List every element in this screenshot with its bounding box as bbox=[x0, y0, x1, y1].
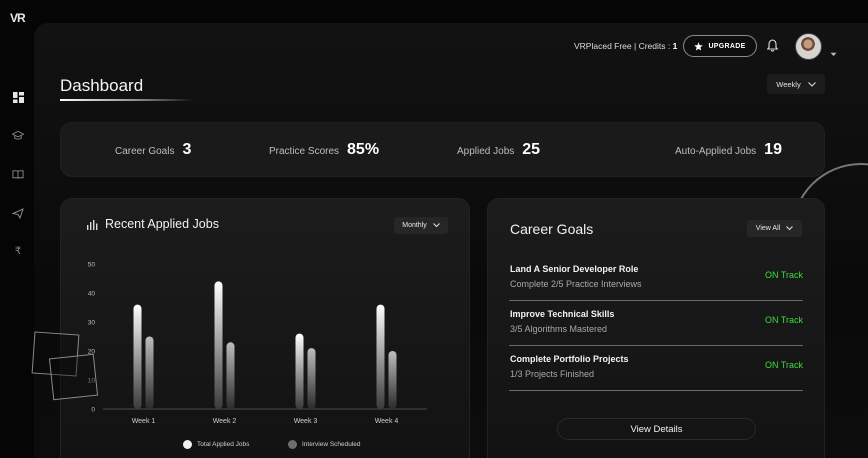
goal-status: ON Track bbox=[764, 315, 803, 325]
applied-jobs-chart: 01020304050Week 1 Week 2 Week 3 Week 4 bbox=[88, 262, 427, 425]
x-tick-label: Week 4 bbox=[375, 418, 399, 425]
goal-subtitle: 1/3 Projects Finished bbox=[510, 369, 595, 379]
stat-value: 3 bbox=[182, 141, 192, 158]
y-tick-label: 30 bbox=[88, 320, 96, 327]
goal-status: ON Track bbox=[764, 270, 803, 280]
career-goals-card: Career Goals View All Land A Senior Deve… bbox=[487, 198, 825, 458]
legend-dot bbox=[288, 440, 297, 449]
legend-interview-scheduled: Interview Scheduled bbox=[288, 440, 361, 449]
goal-status: ON Track bbox=[764, 360, 803, 370]
credits-count: 1 bbox=[672, 41, 678, 51]
send-icon[interactable] bbox=[12, 207, 24, 219]
book-icon[interactable] bbox=[12, 168, 24, 180]
stat-value: 85% bbox=[347, 141, 380, 158]
y-tick-label: 40 bbox=[88, 291, 96, 298]
chevron-down-icon bbox=[786, 226, 794, 231]
card-title: Career Goals bbox=[510, 221, 594, 237]
period-value: Weekly bbox=[776, 79, 801, 89]
goal-item[interactable]: Complete Portfolio Projects 1/3 Projects… bbox=[509, 346, 803, 391]
chevron-down-icon[interactable] bbox=[830, 44, 837, 62]
title-underline bbox=[60, 99, 194, 101]
goal-title: Land A Senior Developer Role bbox=[510, 264, 639, 274]
bar-interview-scheduled[interactable] bbox=[226, 342, 235, 409]
legend-label: Total Applied Jobs bbox=[197, 441, 250, 448]
bar-total-applied[interactable] bbox=[214, 281, 223, 409]
goal-item[interactable]: Improve Technical Skills 3/5 Algorithms … bbox=[509, 301, 803, 346]
legend-label: Interview Scheduled bbox=[302, 441, 361, 448]
view-details-button[interactable]: View Details bbox=[557, 418, 756, 440]
goal-title: Improve Technical Skills bbox=[510, 309, 615, 319]
upgrade-button[interactable]: UPGRADE bbox=[683, 35, 757, 57]
y-tick-label: 50 bbox=[88, 262, 96, 269]
goal-subtitle: Complete 2/5 Practice Interviews bbox=[510, 279, 642, 289]
stat-value: 19 bbox=[764, 141, 782, 158]
recent-applied-jobs-card: Recent Applied Jobs Monthly 0 10 20 30 40 50 W… bbox=[60, 198, 470, 458]
plan-label: VRPlaced Free | Credits : bbox=[574, 41, 673, 51]
credits-status: VRPlaced Free | Credits : 1 bbox=[574, 41, 677, 51]
bar-total-applied[interactable] bbox=[133, 304, 142, 409]
x-tick-label: Week 1 bbox=[132, 418, 156, 425]
bar-interview-scheduled[interactable] bbox=[145, 336, 154, 410]
notification-bell-icon[interactable] bbox=[766, 39, 779, 57]
upgrade-label: UPGRADE bbox=[708, 42, 746, 50]
goal-subtitle: 3/5 Algorithms Mastered bbox=[510, 324, 608, 334]
page-title: Dashboard bbox=[60, 76, 144, 95]
main-panel: VRPlaced Free | Credits : 1 UPGRADE Dash… bbox=[34, 23, 868, 458]
stat-label: Auto-Applied Jobs bbox=[675, 146, 757, 157]
x-tick-label: Week 2 bbox=[213, 418, 237, 425]
chevron-down-icon bbox=[807, 81, 816, 87]
bar-total-applied[interactable] bbox=[295, 333, 304, 409]
x-tick-label: Week 3 bbox=[294, 418, 318, 425]
stat-career-goals: Career Goals 3 bbox=[115, 141, 191, 159]
stat-applied-jobs: Applied Jobs 25 bbox=[457, 141, 540, 159]
stat-label: Applied Jobs bbox=[457, 146, 515, 157]
app-logo[interactable]: VR bbox=[10, 11, 26, 25]
stats-bar: Career Goals 3 Practice Scores 85% Appli… bbox=[60, 122, 825, 177]
star-icon bbox=[694, 41, 704, 51]
stat-label: Career Goals bbox=[115, 146, 175, 157]
bar-interview-scheduled[interactable] bbox=[307, 348, 316, 409]
rupee-icon[interactable]: ₹ bbox=[12, 245, 24, 257]
goal-item[interactable]: Land A Senior Developer Role Complete 2/… bbox=[509, 256, 803, 301]
goal-title: Complete Portfolio Projects bbox=[510, 354, 629, 364]
legend-total-applied: Total Applied Jobs bbox=[183, 440, 249, 449]
stat-practice-scores: Practice Scores 85% bbox=[269, 141, 379, 159]
grid-icon[interactable] bbox=[12, 91, 24, 103]
stat-label: Practice Scores bbox=[269, 146, 340, 157]
bar-interview-scheduled[interactable] bbox=[388, 351, 397, 409]
bar-total-applied[interactable] bbox=[376, 304, 385, 409]
view-all-dropdown[interactable]: View All bbox=[747, 220, 802, 237]
stat-auto-applied-jobs: Auto-Applied Jobs 19 bbox=[675, 141, 782, 159]
decorative-square bbox=[48, 353, 99, 401]
stat-value: 25 bbox=[522, 141, 541, 158]
legend-dot bbox=[183, 440, 192, 449]
user-avatar[interactable] bbox=[795, 33, 822, 60]
y-tick-label: 0 bbox=[91, 407, 95, 414]
period-dropdown[interactable]: Weekly bbox=[767, 74, 825, 94]
graduation-cap-icon[interactable] bbox=[12, 129, 24, 141]
filter-value: View All bbox=[755, 225, 781, 232]
